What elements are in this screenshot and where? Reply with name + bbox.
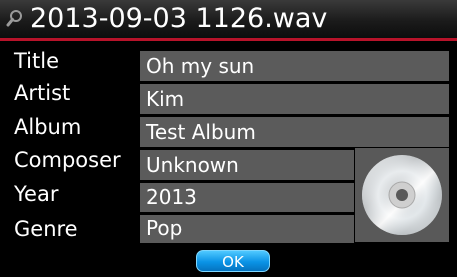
composer-label: Composer [14,148,121,172]
artist-field[interactable]: Kim [140,84,449,114]
genre-field[interactable]: Pop [140,215,354,243]
genre-label: Genre [14,217,78,241]
album-art[interactable] [355,148,449,242]
album-label: Album [14,115,82,139]
artist-label: Artist [14,81,71,105]
title-label: Title [14,49,60,73]
header-bar: 2013-09-03 1126.wav [0,0,457,38]
year-label: Year [14,182,59,206]
composer-field[interactable]: Unknown [140,150,354,180]
year-field[interactable]: 2013 [140,183,354,212]
ok-button[interactable]: OK [196,250,270,272]
file-name: 2013-09-03 1126.wav [30,3,328,34]
cd-disc-icon [358,151,446,243]
tag-info-dialog: 2013-09-03 1126.wav Title Oh my sun Arti… [0,0,457,277]
title-field[interactable]: Oh my sun [140,51,449,81]
album-field[interactable]: Test Album [140,117,449,147]
search-icon[interactable] [6,8,24,28]
header-divider [0,38,457,41]
